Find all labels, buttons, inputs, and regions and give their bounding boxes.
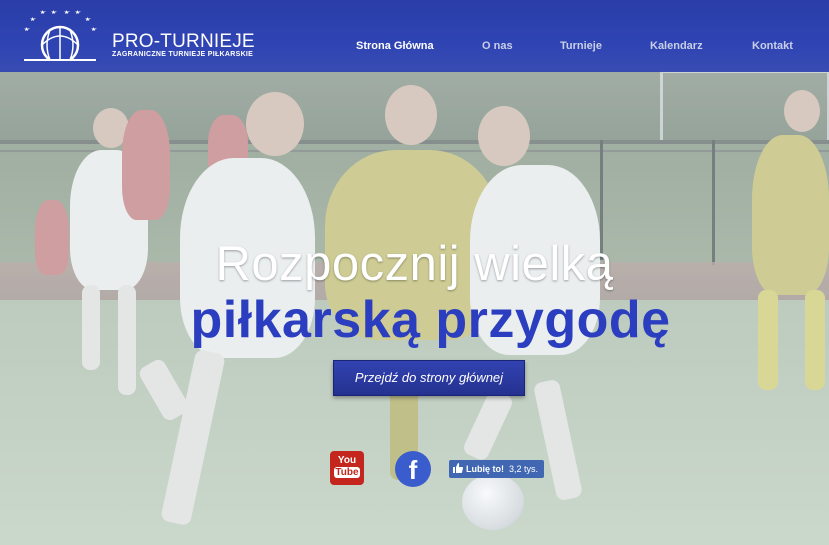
youtube-label-bottom: Tube <box>334 467 360 478</box>
like-count: 3,2 tys. <box>509 464 539 474</box>
nav-item-tournaments[interactable]: Turnieje <box>560 40 602 52</box>
nav-item-contact[interactable]: Kontakt <box>752 40 793 52</box>
nav-item-calendar[interactable]: Kalendarz <box>650 40 703 52</box>
youtube-icon[interactable]: You Tube <box>330 451 364 485</box>
hero-subheadline: piłkarską przygodę <box>190 291 671 349</box>
youtube-label-top: You <box>337 455 357 466</box>
hero-headline: Rozpocznij wielką <box>215 237 614 291</box>
top-navbar: PRO-TURNIEJE ZAGRANICZNE TURNIEJE PIŁKAR… <box>0 0 829 72</box>
brand-title[interactable]: PRO-TURNIEJE <box>112 31 255 53</box>
thumbs-up-icon <box>453 463 463 473</box>
logo-ball-icon[interactable] <box>20 9 100 65</box>
go-to-homepage-button[interactable]: Przejdź do strony głównej <box>333 360 525 396</box>
like-label: Lubię to! <box>466 464 504 474</box>
nav-item-home[interactable]: Strona Główna <box>356 40 434 52</box>
nav-item-about[interactable]: O nas <box>482 40 513 52</box>
brand-subtitle: ZAGRANICZNE TURNIEJE PIŁKARSKIE <box>112 51 254 58</box>
facebook-like-button[interactable]: Lubię to! 3,2 tys. <box>449 460 544 478</box>
facebook-icon[interactable]: f <box>395 451 431 487</box>
